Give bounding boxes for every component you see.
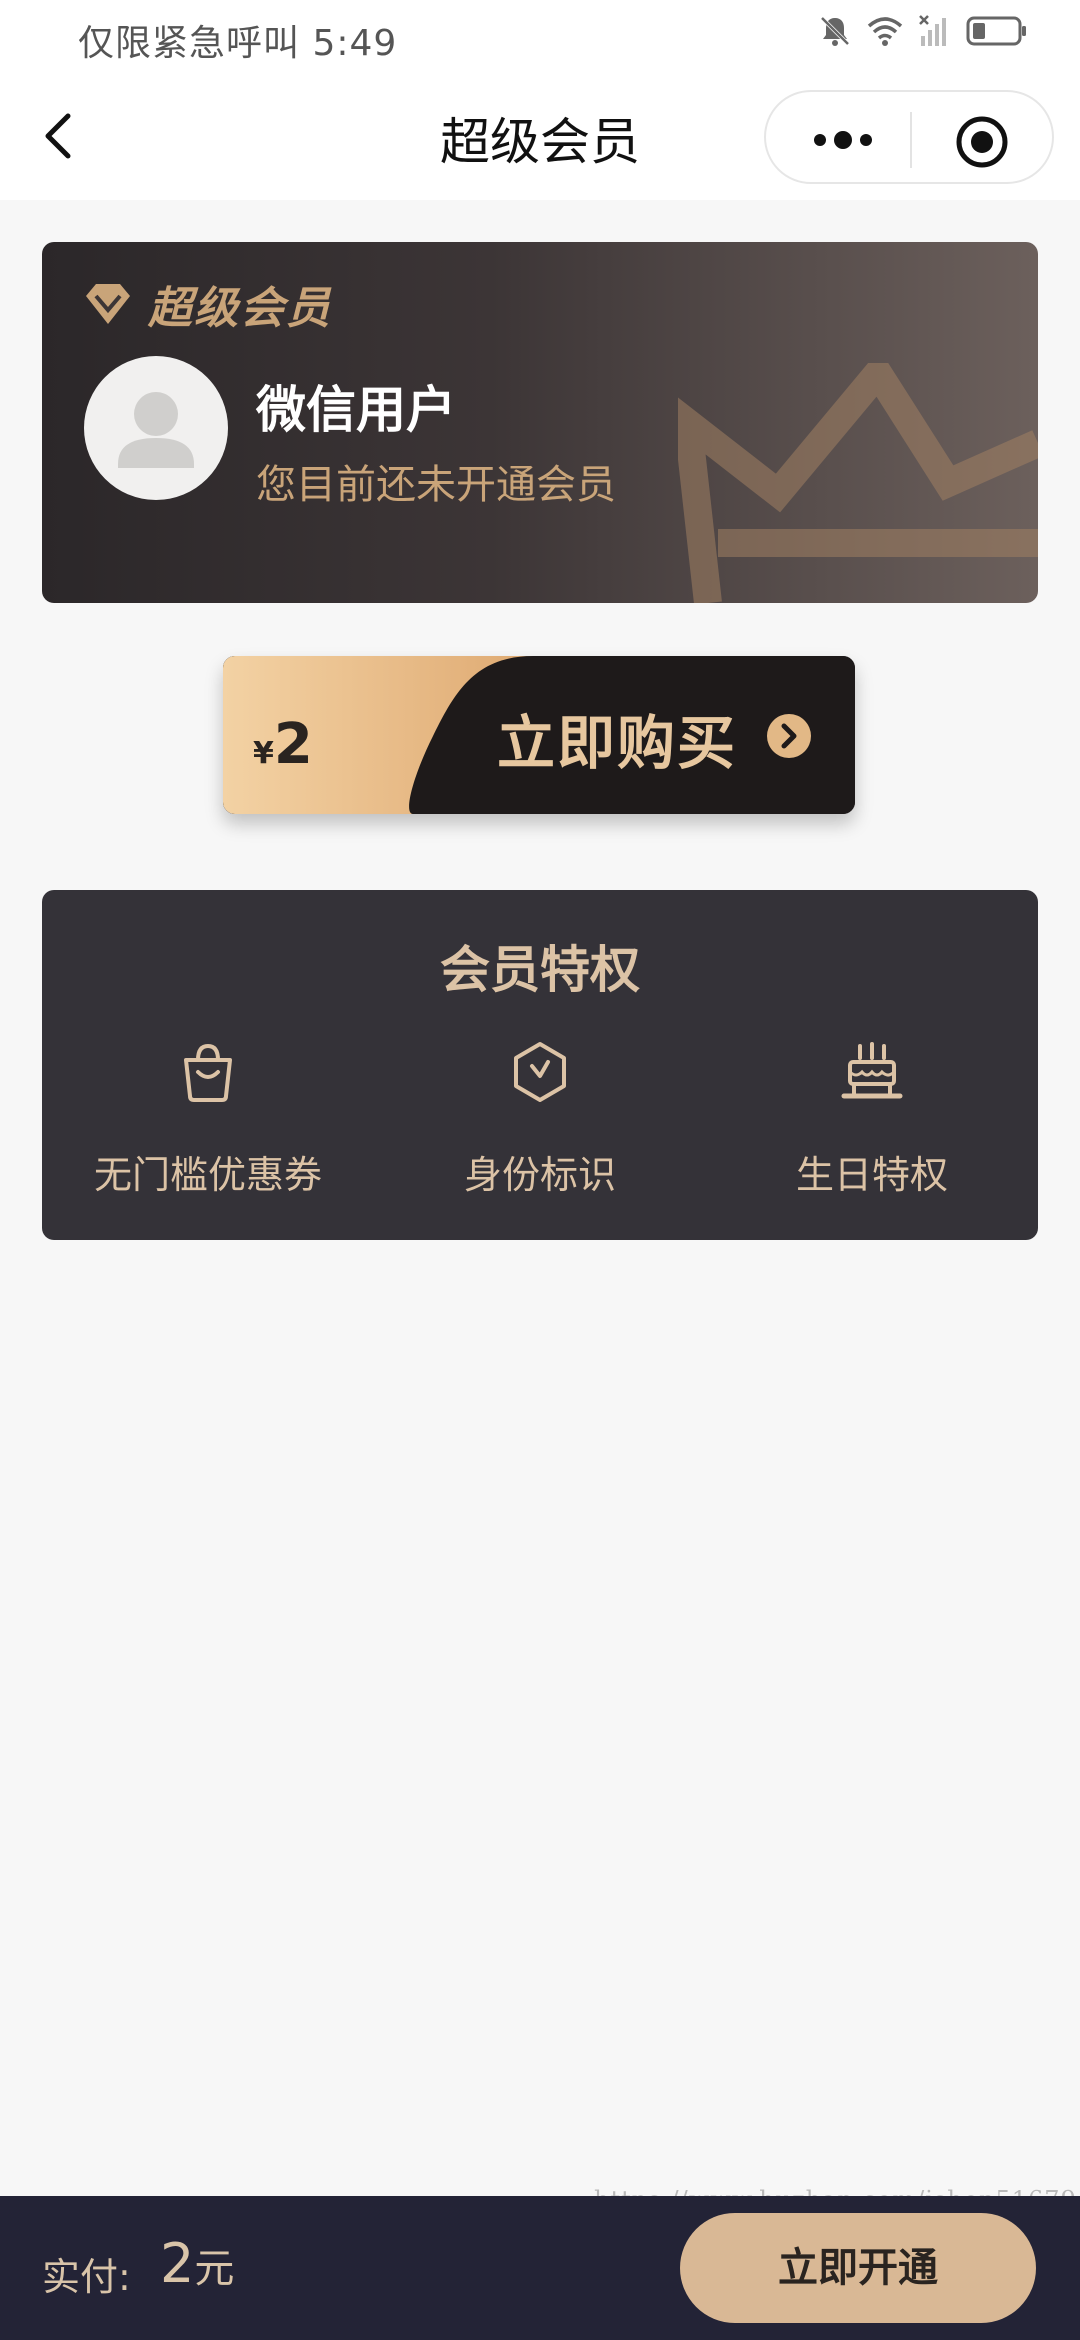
pay-amount-unit: 元	[194, 2246, 235, 2292]
privilege-birthday-label: 生日特权	[795, 1153, 948, 1197]
avatar-placeholder-icon	[118, 392, 194, 468]
buy-now-label: 立即购买	[497, 709, 738, 777]
battery-icon	[966, 16, 1026, 46]
cake-icon	[841, 1042, 903, 1099]
user-name: 微信用户	[256, 381, 456, 439]
member-privileges-panel: 会员特权 无门槛优惠券 身份标识 生日特权	[42, 890, 1038, 1240]
member-card: 超级会员 微信用户 您目前还未开通会员	[42, 242, 1038, 603]
status-text: 仅限紧急呼叫 5:49	[78, 23, 398, 64]
pay-amount-value: 2	[160, 2232, 195, 2295]
capsule-divider	[910, 112, 912, 168]
pay-label: 实付:	[42, 2255, 131, 2299]
wifi-icon	[867, 17, 903, 46]
chevron-right-icon	[767, 714, 811, 758]
price-value: 2	[273, 712, 313, 777]
diamond-icon	[86, 284, 130, 324]
privilege-identity-badge[interactable]: 身份标识	[374, 1040, 706, 1199]
mini-program-capsule	[764, 90, 1054, 184]
status-bar: 仅限紧急呼叫 5:49	[0, 0, 1080, 72]
open-membership-button[interactable]: 立即开通	[680, 2213, 1036, 2323]
privilege-coupon-label: 无门槛优惠券	[93, 1153, 322, 1197]
crown-icon	[678, 363, 1038, 603]
privilege-birthday[interactable]: 生日特权	[706, 1040, 1038, 1199]
shopping-bag-icon	[184, 1043, 232, 1102]
signal-icon	[919, 15, 946, 46]
price-currency: ¥	[253, 736, 274, 771]
privileges-title: 会员特权	[440, 941, 640, 999]
membership-status: 您目前还未开通会员	[256, 462, 616, 508]
badge-icon	[514, 1042, 566, 1102]
card-brand: 超级会员	[82, 272, 332, 336]
price: ¥2	[253, 712, 313, 777]
avatar[interactable]	[84, 356, 228, 500]
nav-bar: 超级会员	[0, 72, 1080, 200]
status-icons	[818, 14, 1028, 48]
pay-amount: 2元	[160, 2232, 234, 2295]
privilege-identity-label: 身份标识	[463, 1153, 616, 1197]
more-icon[interactable]	[808, 120, 878, 160]
bell-muted-icon	[820, 16, 850, 46]
bottom-bar: 实付: 2元 立即开通	[0, 2196, 1080, 2340]
page: 仅限紧急呼叫 5:49 超级会员 超级会员 微信用户 您目前还未开通会员 ¥2 …	[0, 0, 1080, 2340]
card-brand-title: 超级会员	[148, 283, 332, 334]
privilege-coupon[interactable]: 无门槛优惠券	[42, 1040, 374, 1199]
buy-now-button[interactable]: ¥2 立即购买	[223, 656, 855, 814]
target-icon[interactable]	[954, 114, 1010, 170]
